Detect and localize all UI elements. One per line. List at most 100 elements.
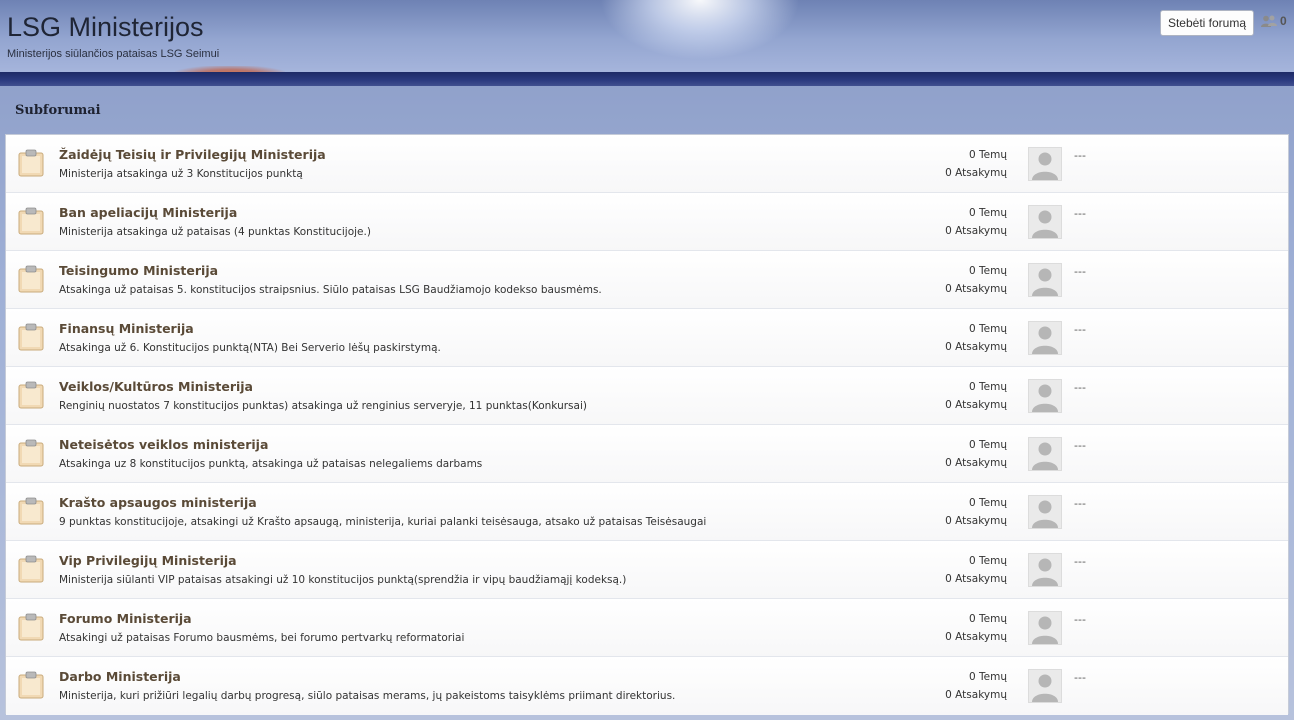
- watchers-number: 0: [1280, 14, 1287, 28]
- user-silhouette-icon: [1032, 268, 1058, 296]
- last-post-info: ---: [1074, 671, 1086, 684]
- clipboard-icon: [18, 323, 44, 351]
- subforum-list: Žaidėjų Teisių ir Privilegijų Ministerij…: [5, 134, 1289, 715]
- forum-title-link[interactable]: Ban apeliacijų Ministerija: [59, 205, 237, 220]
- user-silhouette-icon: [1032, 674, 1058, 702]
- watchers-count[interactable]: 0: [1261, 14, 1287, 28]
- user-silhouette-icon: [1032, 616, 1058, 644]
- forum-row[interactable]: Neteisėtos veiklos ministerija Atsakinga…: [6, 425, 1288, 483]
- last-poster-avatar: [1028, 553, 1062, 587]
- forum-row[interactable]: Darbo Ministerija Ministerija, kuri priž…: [6, 657, 1288, 715]
- forum-row[interactable]: Žaidėjų Teisių ir Privilegijų Ministerij…: [6, 135, 1288, 193]
- clipboard-icon: [18, 671, 44, 699]
- last-post-info: ---: [1074, 323, 1086, 336]
- site-header: LSG Ministerijos Ministerijos siūlančios…: [0, 0, 1294, 86]
- users-icon: [1261, 15, 1277, 27]
- forum-description: Atsakinga uz 8 konstitucijos punktą, ats…: [59, 458, 483, 470]
- last-poster-avatar: [1028, 495, 1062, 529]
- forum-title-link[interactable]: Vip Privilegijų Ministerija: [59, 553, 237, 568]
- user-silhouette-icon: [1032, 558, 1058, 586]
- user-silhouette-icon: [1032, 152, 1058, 180]
- forum-row[interactable]: Krašto apsaugos ministerija 9 punktas ko…: [6, 483, 1288, 541]
- user-silhouette-icon: [1032, 442, 1058, 470]
- forum-row[interactable]: Finansų Ministerija Atsakinga už 6. Kons…: [6, 309, 1288, 367]
- topics-count: 0 Temų: [969, 439, 1007, 451]
- forum-description: Renginių nuostatos 7 konstitucijos punkt…: [59, 400, 587, 412]
- header-light-glow: [600, 0, 800, 60]
- clipboard-icon: [18, 381, 44, 409]
- topics-count: 0 Temų: [969, 323, 1007, 335]
- forum-description: Atsakingi už pataisas Forumo bausmėms, b…: [59, 632, 465, 644]
- clipboard-icon: [18, 613, 44, 641]
- forum-title-link[interactable]: Teisingumo Ministerija: [59, 263, 218, 278]
- forum-description: 9 punktas konstitucijoje, atsakingi už K…: [59, 516, 707, 528]
- forum-title-link[interactable]: Darbo Ministerija: [59, 669, 181, 684]
- last-poster-avatar: [1028, 437, 1062, 471]
- replies-count: 0 Atsakymų: [945, 457, 1007, 469]
- last-poster-avatar: [1028, 611, 1062, 645]
- topics-count: 0 Temų: [969, 381, 1007, 393]
- replies-count: 0 Atsakymų: [945, 341, 1007, 353]
- page-subtitle: Ministerijos siūlančios pataisas LSG Sei…: [7, 48, 220, 60]
- last-poster-avatar: [1028, 379, 1062, 413]
- user-silhouette-icon: [1032, 326, 1058, 354]
- forum-title-link[interactable]: Finansų Ministerija: [59, 321, 194, 336]
- forum-row[interactable]: Teisingumo Ministerija Atsakinga už pata…: [6, 251, 1288, 309]
- clipboard-icon: [18, 555, 44, 583]
- forum-row[interactable]: Veiklos/Kultūros Ministerija Renginių nu…: [6, 367, 1288, 425]
- last-post-info: ---: [1074, 555, 1086, 568]
- replies-count: 0 Atsakymų: [945, 167, 1007, 179]
- forum-description: Atsakinga už pataisas 5. konstitucijos s…: [59, 284, 602, 296]
- last-post-info: ---: [1074, 207, 1086, 220]
- last-poster-avatar: [1028, 669, 1062, 703]
- last-post-info: ---: [1074, 613, 1086, 626]
- forum-description: Ministerija, kuri prižiūri legalių darbų…: [59, 690, 676, 702]
- user-silhouette-icon: [1032, 210, 1058, 238]
- replies-count: 0 Atsakymų: [945, 573, 1007, 585]
- last-post-info: ---: [1074, 265, 1086, 278]
- replies-count: 0 Atsakymų: [945, 631, 1007, 643]
- forum-title-link[interactable]: Žaidėjų Teisių ir Privilegijų Ministerij…: [59, 147, 326, 162]
- user-silhouette-icon: [1032, 384, 1058, 412]
- topics-count: 0 Temų: [969, 671, 1007, 683]
- replies-count: 0 Atsakymų: [945, 225, 1007, 237]
- last-poster-avatar: [1028, 263, 1062, 297]
- topics-count: 0 Temų: [969, 265, 1007, 277]
- replies-count: 0 Atsakymų: [945, 399, 1007, 411]
- last-post-info: ---: [1074, 149, 1086, 162]
- forum-row[interactable]: Forumo Ministerija Atsakingi už pataisas…: [6, 599, 1288, 657]
- last-poster-avatar: [1028, 321, 1062, 355]
- page-title: LSG Ministerijos: [7, 12, 204, 42]
- clipboard-icon: [18, 439, 44, 467]
- forum-description: Ministerija siūlanti VIP pataisas atsaki…: [59, 574, 627, 586]
- clipboard-icon: [18, 265, 44, 293]
- last-post-info: ---: [1074, 497, 1086, 510]
- forum-row[interactable]: Vip Privilegijų Ministerija Ministerija …: [6, 541, 1288, 599]
- topics-count: 0 Temų: [969, 613, 1007, 625]
- forum-row[interactable]: Ban apeliacijų Ministerija Ministerija a…: [6, 193, 1288, 251]
- topics-count: 0 Temų: [969, 149, 1007, 161]
- last-post-info: ---: [1074, 381, 1086, 394]
- forum-description: Atsakinga už 6. Konstitucijos punktą(NTA…: [59, 342, 441, 354]
- watch-forum-button[interactable]: Stebėti forumą: [1160, 10, 1254, 36]
- topics-count: 0 Temų: [969, 207, 1007, 219]
- replies-count: 0 Atsakymų: [945, 689, 1007, 701]
- last-poster-avatar: [1028, 147, 1062, 181]
- forum-description: Ministerija atsakinga už pataisas (4 pun…: [59, 226, 371, 238]
- forum-title-link[interactable]: Krašto apsaugos ministerija: [59, 495, 257, 510]
- forum-title-link[interactable]: Veiklos/Kultūros Ministerija: [59, 379, 253, 394]
- topics-count: 0 Temų: [969, 555, 1007, 567]
- forum-title-link[interactable]: Forumo Ministerija: [59, 611, 192, 626]
- last-poster-avatar: [1028, 205, 1062, 239]
- last-post-info: ---: [1074, 439, 1086, 452]
- topics-count: 0 Temų: [969, 497, 1007, 509]
- header-skyline-band: [0, 72, 1294, 86]
- forum-title-link[interactable]: Neteisėtos veiklos ministerija: [59, 437, 268, 452]
- replies-count: 0 Atsakymų: [945, 283, 1007, 295]
- forum-description: Ministerija atsakinga už 3 Konstitucijos…: [59, 168, 303, 180]
- replies-count: 0 Atsakymų: [945, 515, 1007, 527]
- clipboard-icon: [18, 207, 44, 235]
- clipboard-icon: [18, 149, 44, 177]
- user-silhouette-icon: [1032, 500, 1058, 528]
- clipboard-icon: [18, 497, 44, 525]
